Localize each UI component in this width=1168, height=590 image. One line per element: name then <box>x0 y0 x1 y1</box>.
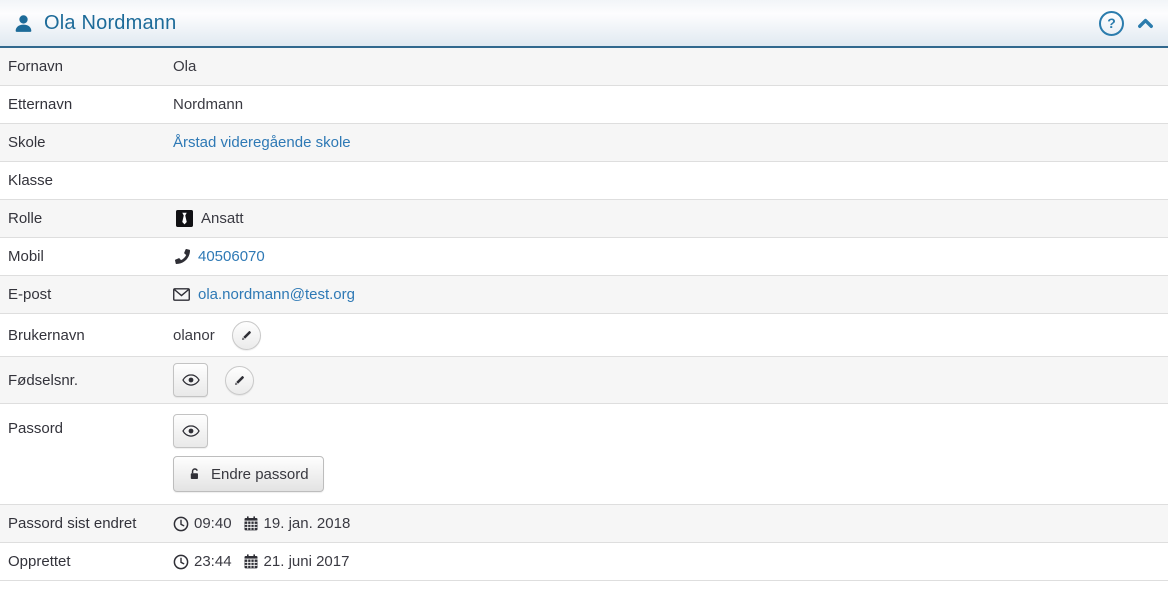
edit-fodselsnr-button[interactable] <box>225 366 254 395</box>
epost-link[interactable]: ola.nordmann@test.org <box>198 286 355 303</box>
help-button[interactable]: ? <box>1099 11 1124 36</box>
chevron-up-icon <box>1137 15 1154 32</box>
fodselsnr-label: Fødselsnr. <box>0 372 173 389</box>
show-fodselsnr-button[interactable] <box>173 363 208 397</box>
row-etternavn: Etternavn Nordmann <box>0 86 1168 124</box>
opprettet-label: Opprettet <box>0 553 173 570</box>
eye-icon <box>182 374 200 386</box>
collapse-button[interactable] <box>1137 15 1154 32</box>
opprettet-date: 21. juni 2017 <box>264 553 350 570</box>
row-mobil: Mobil 40506070 <box>0 238 1168 276</box>
header-title-group: Ola Nordmann <box>14 12 176 35</box>
calendar-icon <box>243 516 259 532</box>
passord-sist-endret-label: Passord sist endret <box>0 515 173 532</box>
profile-header: Ola Nordmann ? <box>0 0 1168 48</box>
klasse-label: Klasse <box>0 172 173 189</box>
change-password-label: Endre passord <box>211 466 309 483</box>
brukernavn-value: olanor <box>173 327 215 344</box>
opprettet-time: 23:44 <box>194 553 232 570</box>
page-title: Ola Nordmann <box>44 12 176 35</box>
brukernavn-label: Brukernavn <box>0 327 173 344</box>
row-epost: E-post ola.nordmann@test.org <box>0 276 1168 314</box>
mobil-label: Mobil <box>0 248 173 265</box>
envelope-icon <box>173 288 190 301</box>
unlock-icon <box>188 467 202 482</box>
row-fornavn: Fornavn Ola <box>0 48 1168 86</box>
passord-sist-endret-time: 09:40 <box>194 515 232 532</box>
row-passord-sist-endret: Passord sist endret 09:40 19. jan. 2018 <box>0 505 1168 543</box>
row-brukernavn: Brukernavn olanor <box>0 314 1168 357</box>
passord-label: Passord <box>0 404 173 437</box>
black-tie-icon <box>176 210 193 227</box>
row-fodselsnr: Fødselsnr. <box>0 357 1168 404</box>
row-klasse: Klasse <box>0 162 1168 200</box>
pencil-icon <box>233 374 246 387</box>
etternavn-value: Nordmann <box>173 96 243 113</box>
fornavn-value: Ola <box>173 58 196 75</box>
calendar-icon <box>243 554 259 570</box>
header-actions: ? <box>1099 11 1154 36</box>
row-passord: Passord Endre passord <box>0 404 1168 505</box>
fornavn-label: Fornavn <box>0 58 173 75</box>
row-skole: Skole Årstad videregående skole <box>0 124 1168 162</box>
pencil-icon <box>240 329 253 342</box>
passord-sist-endret-date: 19. jan. 2018 <box>264 515 351 532</box>
eye-icon <box>182 425 200 437</box>
clock-icon <box>173 516 189 532</box>
profile-detail-list: Fornavn Ola Etternavn Nordmann Skole Års… <box>0 48 1168 581</box>
user-icon <box>14 14 33 33</box>
phone-icon <box>175 249 190 264</box>
epost-label: E-post <box>0 286 173 303</box>
question-icon: ? <box>1107 16 1116 30</box>
rolle-value: Ansatt <box>201 210 244 227</box>
row-rolle: Rolle Ansatt <box>0 200 1168 238</box>
skole-label: Skole <box>0 134 173 151</box>
rolle-label: Rolle <box>0 210 173 227</box>
mobil-link[interactable]: 40506070 <box>198 248 265 265</box>
etternavn-label: Etternavn <box>0 96 173 113</box>
edit-username-button[interactable] <box>232 321 261 350</box>
skole-link[interactable]: Årstad videregående skole <box>173 134 351 151</box>
change-password-button[interactable]: Endre passord <box>173 456 324 492</box>
show-passord-button[interactable] <box>173 414 208 448</box>
row-opprettet: Opprettet 23:44 21. juni 2017 <box>0 543 1168 581</box>
clock-icon <box>173 554 189 570</box>
